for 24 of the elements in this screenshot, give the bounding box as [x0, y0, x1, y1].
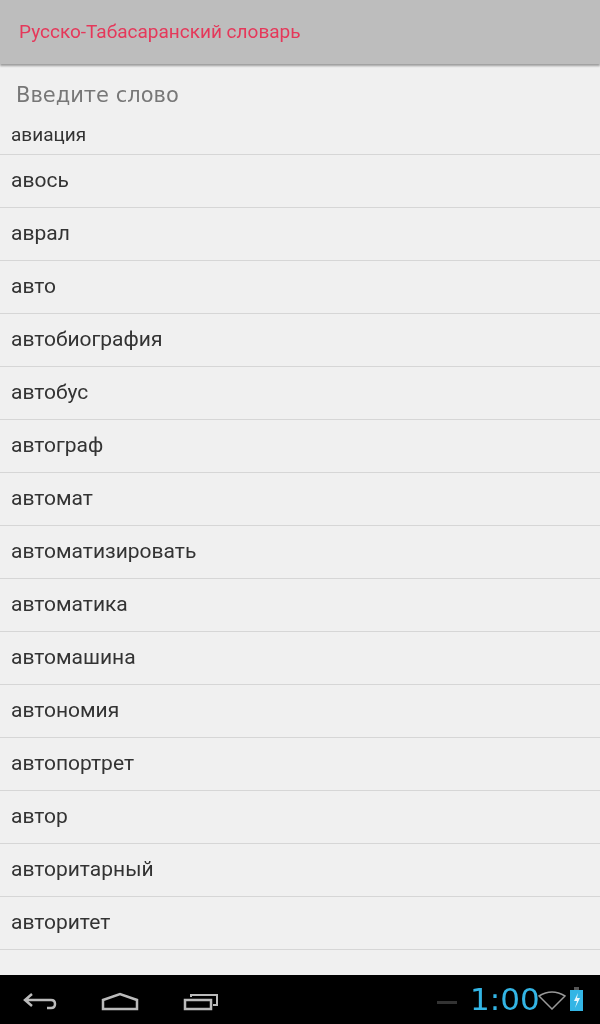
word-item[interactable]: автопортрет [0, 738, 600, 791]
word-item[interactable]: автобус [0, 367, 600, 420]
word-item[interactable]: автономия [0, 685, 600, 738]
recent-apps-icon[interactable] [183, 993, 219, 1011]
word-item[interactable]: авиация [0, 124, 600, 155]
home-icon[interactable] [101, 992, 139, 1011]
clock: 1:00 [470, 981, 540, 1017]
word-item[interactable]: авто [0, 261, 600, 314]
notification-icon [437, 1001, 457, 1004]
word-item[interactable]: аврал [0, 208, 600, 261]
word-item[interactable]: автор [0, 791, 600, 844]
word-item[interactable]: автомашина [0, 632, 600, 685]
app-title: Русско-Табасаранский словарь [19, 18, 301, 45]
word-item[interactable]: автомат [0, 473, 600, 526]
word-item[interactable]: автоматика [0, 579, 600, 632]
word-item[interactable]: автограф [0, 420, 600, 473]
word-item[interactable]: автобиография [0, 314, 600, 367]
word-item[interactable]: авторитет [0, 897, 600, 950]
battery-icon [570, 987, 583, 1011]
back-icon[interactable] [23, 992, 57, 1010]
word-item[interactable]: авторитарный [0, 844, 600, 897]
wifi-icon [538, 991, 566, 1010]
word-item[interactable]: автоматизировать [0, 526, 600, 579]
word-item[interactable]: авось [0, 155, 600, 208]
